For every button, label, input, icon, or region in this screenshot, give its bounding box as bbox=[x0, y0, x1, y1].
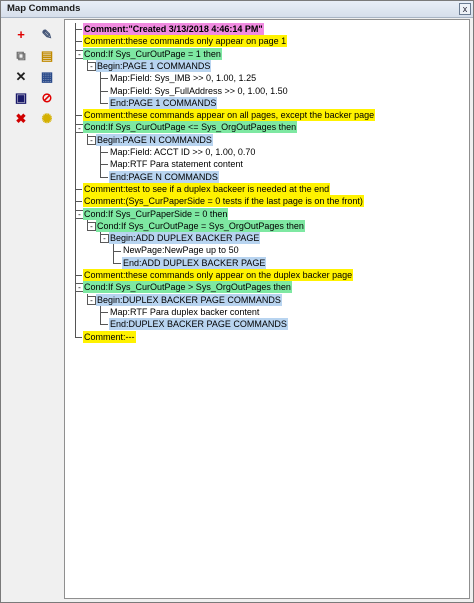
tree-node[interactable]: Comment:--- bbox=[83, 330, 136, 343]
collapse-toggle-icon[interactable]: - bbox=[87, 221, 96, 231]
tree-node[interactable]: Comment:these commands appear on all pag… bbox=[83, 109, 376, 122]
tree-node[interactable]: Cond:If Sys_CurPaperSide = 0 then bbox=[83, 207, 229, 220]
tree-connector bbox=[75, 115, 82, 117]
tree-connector bbox=[113, 244, 114, 263]
tree-connector bbox=[75, 189, 82, 191]
tree-node[interactable]: Map:RTF Para statement content bbox=[109, 158, 244, 170]
save-button[interactable]: ▣ bbox=[11, 88, 31, 108]
copy-button[interactable]: ⧉ bbox=[11, 46, 31, 66]
tree-node[interactable]: Map:Field: Sys_FullAddress >> 0, 1.00, 1… bbox=[109, 85, 289, 97]
command-toolbar: + ✎ ⧉ ▤ ✕ ▦ ▣ ⊘ ✖ ✺ bbox=[3, 19, 62, 599]
tree-connector bbox=[75, 336, 82, 338]
close-button[interactable]: x bbox=[459, 3, 471, 15]
tree-connector bbox=[100, 152, 108, 154]
tree-connector bbox=[75, 201, 82, 203]
tree-node[interactable]: End:PAGE 1 COMMANDS bbox=[109, 96, 218, 109]
tree-connector bbox=[100, 176, 108, 178]
lightbulb-icon: ✺ bbox=[41, 111, 53, 126]
tree-connector bbox=[113, 262, 121, 264]
tree-connector bbox=[100, 324, 108, 326]
edit-properties-button[interactable]: ✎ bbox=[37, 25, 57, 45]
tree-node[interactable]: Comment:"Created 3/13/2018 4:46:14 PM" bbox=[83, 23, 264, 35]
copy-icon: ⧉ bbox=[16, 48, 26, 63]
tree-node[interactable]: Cond:If Sys_CurOutPage = 1 then bbox=[83, 47, 222, 60]
delete-button[interactable]: ✕ bbox=[11, 67, 31, 87]
tree-connector bbox=[75, 29, 82, 31]
disable-icon: ⊘ bbox=[41, 90, 53, 105]
tree-connector bbox=[100, 78, 108, 80]
tree-node[interactable]: Begin:DUPLEX BACKER PAGE COMMANDS bbox=[96, 293, 282, 306]
tree-node[interactable]: End:PAGE N COMMANDS bbox=[109, 170, 219, 183]
tree-node[interactable]: Comment:test to see if a duplex backeer … bbox=[83, 182, 331, 195]
tree-connector bbox=[100, 146, 101, 177]
tree-node[interactable]: Cond:If Sys_CurOutPage > Sys_OrgOutPages… bbox=[83, 281, 292, 294]
tree-node[interactable]: Begin:ADD DUPLEX BACKER PAGE bbox=[109, 232, 261, 245]
tree-node[interactable]: Map:Field: ACCT ID >> 0, 1.00, 0.70 bbox=[109, 146, 256, 158]
remove-icon: ✖ bbox=[15, 111, 27, 126]
tree-connector bbox=[75, 41, 82, 43]
tree-connector bbox=[75, 275, 82, 277]
tree-node[interactable]: NewPage:NewPage up to 50 bbox=[122, 244, 240, 256]
tree-node[interactable]: Cond:If Sys_CurOutPage <= Sys_OrgOutPage… bbox=[83, 121, 298, 134]
open-folder-button[interactable]: ▤ bbox=[37, 46, 57, 66]
tree-node[interactable]: Cond:If Sys_CurOutPage = Sys_OrgOutPages… bbox=[96, 219, 305, 232]
collapse-toggle-icon[interactable]: - bbox=[87, 135, 96, 145]
remove-button[interactable]: ✖ bbox=[11, 109, 31, 129]
window-title: Map Commands bbox=[7, 3, 81, 14]
save-icon: ▣ bbox=[14, 90, 28, 105]
disable-button[interactable]: ⊘ bbox=[37, 88, 57, 108]
tree-connector bbox=[100, 72, 101, 103]
tree-node[interactable]: Begin:PAGE N COMMANDS bbox=[96, 133, 213, 146]
collapse-toggle-icon[interactable]: - bbox=[87, 295, 96, 305]
tree-connector bbox=[100, 164, 108, 166]
tree-connector bbox=[100, 90, 108, 92]
tree-connector bbox=[113, 250, 121, 252]
collapse-toggle-icon[interactable]: - bbox=[100, 234, 109, 244]
tree-connector bbox=[100, 102, 108, 104]
command-tree[interactable]: Comment:"Created 3/13/2018 4:46:14 PM" Co… bbox=[64, 19, 470, 599]
open-folder-icon: ▤ bbox=[40, 48, 54, 63]
tree-node[interactable]: Comment:these commands only appear on pa… bbox=[83, 35, 288, 48]
lightbulb-button[interactable]: ✺ bbox=[37, 109, 57, 129]
tree-node[interactable]: End:ADD DUPLEX BACKER PAGE bbox=[122, 256, 267, 269]
tree-node[interactable]: Map:RTF Para duplex backer content bbox=[109, 306, 260, 318]
add-button[interactable]: + bbox=[11, 25, 31, 45]
edit-properties-icon: ✎ bbox=[41, 27, 53, 42]
map-commands-window: Map Commands x + ✎ ⧉ ▤ ✕ ▦ ▣ ⊘ ✖ ✺ Comment:"Creat… bbox=[0, 0, 474, 603]
tree-node[interactable]: Comment:these commands only appear on th… bbox=[83, 269, 354, 281]
delete-icon: ✕ bbox=[15, 69, 27, 84]
title-bar: Map Commands x bbox=[1, 1, 473, 18]
tree-connector bbox=[100, 305, 101, 325]
collapse-toggle-icon[interactable]: - bbox=[87, 62, 96, 72]
tree-node[interactable]: Map:Field: Sys_IMB >> 0, 1.00, 1.25 bbox=[109, 72, 257, 84]
tree-node[interactable]: End:DUPLEX BACKER PAGE COMMANDS bbox=[109, 318, 288, 331]
tree-node[interactable]: Comment:(Sys_CurPaperSide = 0 tests if t… bbox=[83, 195, 364, 208]
add-icon: + bbox=[17, 27, 25, 42]
tree-connector bbox=[100, 312, 108, 314]
tree-node[interactable]: Begin:PAGE 1 COMMANDS bbox=[96, 59, 212, 72]
properties-list-icon: ▦ bbox=[40, 69, 54, 84]
properties-list-button[interactable]: ▦ bbox=[37, 67, 57, 87]
